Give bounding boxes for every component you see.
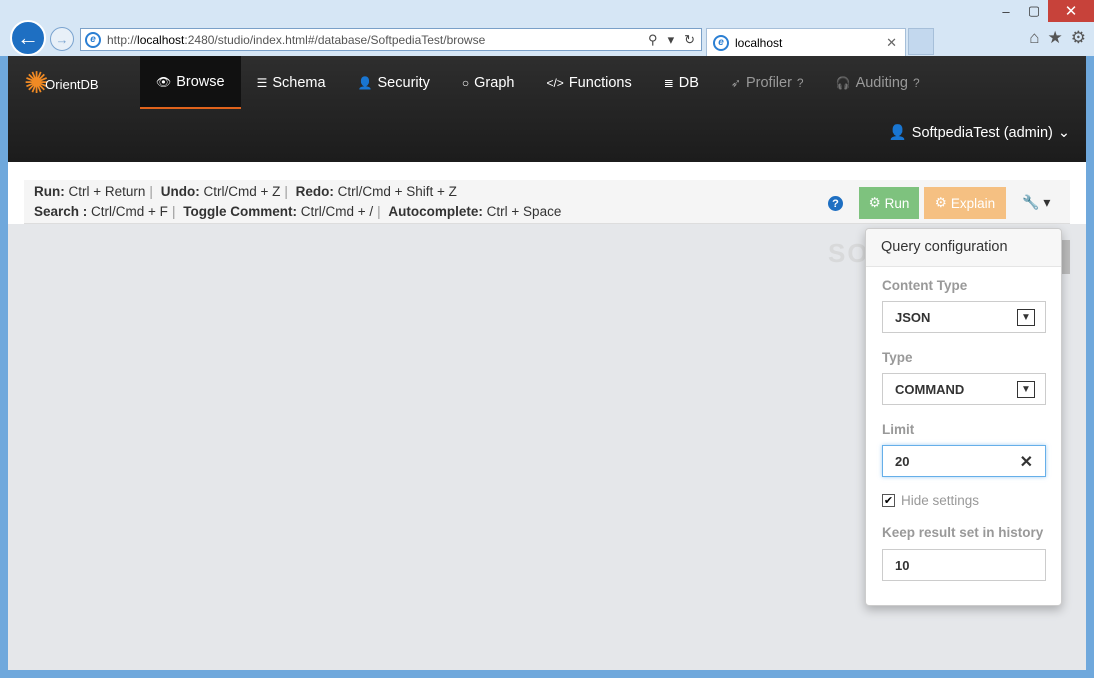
gears-icon: ⚙ (934, 195, 947, 210)
tab-close-icon[interactable]: ✕ (886, 35, 905, 51)
nav-security[interactable]: 👤 Security (342, 56, 446, 109)
nav-db[interactable]: ≣ DB (648, 56, 715, 109)
hide-settings-checkbox[interactable]: ✔ (882, 494, 895, 507)
content-type-label: Content Type (882, 278, 968, 293)
shortcut-hints: Run: Ctrl + Return | Undo: Ctrl/Cmd + Z | … (34, 184, 562, 219)
caret-down-icon: ▾ (1043, 194, 1051, 210)
window-controls: ‒ ▢ ✕ (992, 0, 1094, 22)
url-text[interactable]: http://localhost:2480/studio/index.html#… (107, 33, 648, 47)
chevron-down-icon: ▼ (1017, 309, 1035, 326)
nav-functions[interactable]: </> Functions (530, 56, 647, 109)
type-label: Type (882, 350, 913, 365)
settings-dropdown-toggle[interactable]: 🔧 ▾ (1022, 194, 1050, 211)
question-icon: ? (912, 75, 920, 90)
nav-schema[interactable]: ☰ Schema (241, 56, 342, 109)
nav-graph[interactable]: ○ Graph (446, 56, 531, 109)
wrench-icon: 🔧 (1022, 194, 1040, 210)
browser-tab[interactable]: e localhost ✕ (706, 28, 906, 56)
rocket-icon: ➶ (730, 75, 741, 90)
user-icon: 👤 (357, 75, 373, 90)
chevron-down-icon: ▼ (1017, 381, 1035, 398)
nav-browse[interactable]: 👁 Browse (140, 56, 241, 109)
limit-input[interactable]: 20 ✕ (882, 445, 1046, 477)
forward-button[interactable]: → (50, 27, 74, 51)
back-button[interactable]: ← (10, 20, 46, 56)
browser-chrome: ‒ ▢ ✕ ← → e http://localhost:2480/studio… (0, 0, 1094, 56)
query-config-panel: Query configuration Content Type JSON ▼ … (865, 228, 1062, 606)
app-navbar: ✺ OrientDB 👁 Browse ☰ Schema 👤 Security ○ Gr… (8, 56, 1086, 162)
close-button[interactable]: ✕ (1048, 0, 1094, 22)
headphones-icon: 🎧 (835, 75, 851, 90)
nav-auditing[interactable]: 🎧 Auditing? (820, 56, 936, 109)
content-type-select[interactable]: JSON ▼ (882, 301, 1046, 333)
list-icon: ☰ (256, 75, 268, 90)
run-button[interactable]: ⚙ Run (859, 187, 919, 219)
explain-button[interactable]: ⚙ Explain (924, 187, 1006, 219)
limit-label: Limit (882, 422, 915, 437)
arrow-right-icon: → (55, 31, 69, 47)
user-icon: 👤 (888, 125, 907, 141)
query-toolbar: Run: Ctrl + Return | Undo: Ctrl/Cmd + Z | … (24, 180, 1070, 224)
scrollbar[interactable] (1062, 240, 1070, 274)
chevron-down-icon[interactable]: ▾ (668, 32, 675, 48)
chevron-down-icon: ⌄ (1057, 124, 1070, 141)
main-nav: 👁 Browse ☰ Schema 👤 Security ○ Graph </> Func… (140, 56, 936, 109)
orientdb-logo[interactable]: ✺ OrientDB (24, 62, 119, 106)
history-input[interactable]: 10 (882, 549, 1046, 581)
code-icon: </> (546, 75, 564, 90)
circle-icon: ○ (461, 75, 470, 90)
ie-icon: e (713, 34, 729, 51)
nav-profiler[interactable]: ➶ Profiler? (715, 56, 820, 109)
panel-title: Query configuration (866, 229, 1061, 267)
refresh-icon[interactable]: ↻ (684, 32, 695, 48)
gear-icon[interactable]: ⚙ (1071, 28, 1086, 48)
star-icon[interactable]: ★ (1048, 28, 1063, 48)
type-select[interactable]: COMMAND ▼ (882, 373, 1046, 405)
user-menu[interactable]: 👤 SoftpediaTest (admin) ⌄ (888, 124, 1070, 142)
address-bar[interactable]: e http://localhost:2480/studio/index.htm… (80, 28, 702, 51)
clear-icon[interactable]: ✕ (1020, 452, 1033, 472)
ie-icon: e (85, 31, 101, 48)
gear-icon: ⚙ (868, 195, 881, 210)
search-icon[interactable]: ⚲ (648, 32, 658, 48)
history-label: Keep result set in history (882, 525, 1044, 540)
help-icon[interactable]: ? (828, 196, 843, 211)
tab-title: localhost (735, 35, 783, 50)
minimize-button[interactable]: ‒ (992, 0, 1020, 22)
restore-button[interactable]: ▢ (1020, 0, 1048, 22)
hide-settings-row[interactable]: ✔ Hide settings (882, 493, 979, 508)
arrow-left-icon: ← (17, 25, 39, 50)
new-tab-button[interactable] (908, 28, 934, 55)
eye-icon: 👁 (156, 74, 172, 89)
database-icon: ≣ (663, 75, 674, 90)
question-icon: ? (796, 75, 804, 90)
home-icon[interactable]: ⌂ (1029, 28, 1039, 48)
